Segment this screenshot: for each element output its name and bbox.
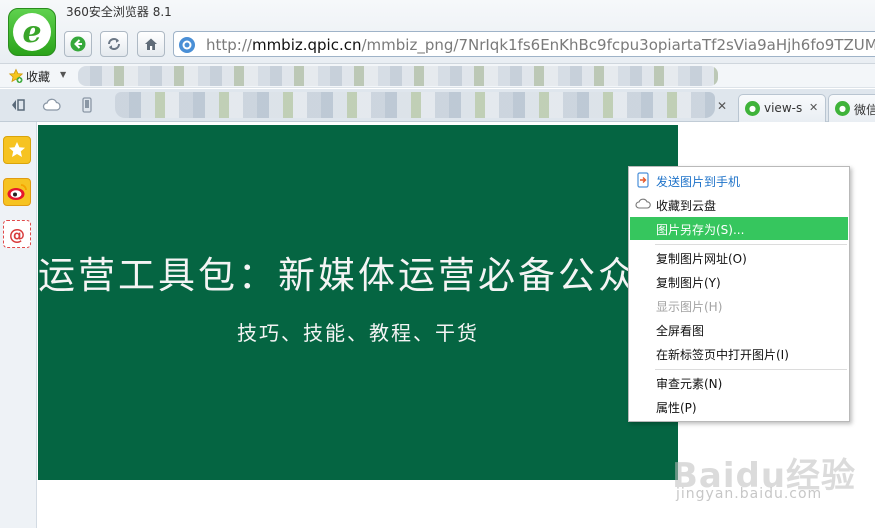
menu-item-label: 图片另存为(S)... (656, 223, 745, 237)
menu-item-copy-image-url[interactable]: 复制图片网址(O) (630, 246, 848, 269)
weibo-icon (7, 184, 27, 200)
cloud-icon[interactable] (42, 97, 62, 113)
star-icon (9, 142, 25, 157)
wechat-icon: ● (745, 101, 760, 116)
menu-separator (655, 244, 847, 245)
refresh-icon (108, 38, 120, 50)
sidebar-weibo-button[interactable] (3, 178, 31, 206)
menu-item-label: 审查元素(N) (656, 377, 723, 391)
chevron-down-icon[interactable]: ▼ (60, 70, 66, 79)
home-button[interactable] (137, 31, 165, 57)
tab-label: 微信 (854, 103, 875, 117)
menu-item-label: 复制图片网址(O) (656, 252, 747, 266)
browser-logo[interactable]: e (8, 8, 56, 56)
menu-item-label: 显示图片(H) (656, 300, 723, 314)
url-text[interactable]: http://mmbiz.qpic.cn/mmbiz_png/7NrIqk1fs… (206, 36, 875, 54)
menu-item-inspect-element[interactable]: 审查元素(N) (630, 371, 848, 394)
banner-subtitle: 技巧、技能、教程、干货 (237, 321, 479, 345)
send-to-phone-icon (637, 172, 649, 188)
close-icon[interactable]: ✕ (717, 99, 727, 113)
left-sidebar: @ (0, 122, 37, 528)
tab-bar: ✕ ● view-s ✕ ● 微信 (0, 89, 875, 122)
phone-icon[interactable] (82, 97, 92, 113)
tab-view-source[interactable]: ● view-s ✕ (738, 94, 826, 122)
menu-item-label: 发送图片到手机 (656, 175, 741, 189)
sidebar-toggle-icon[interactable] (10, 97, 26, 113)
menu-item-copy-image[interactable]: 复制图片(Y) (630, 270, 848, 293)
image-context-menu: 发送图片到手机 收藏到云盘 图片另存为(S)... 复制图片网址(O) 复制图片… (628, 166, 850, 422)
at-mail-icon: @ (9, 224, 25, 244)
home-icon (145, 38, 157, 50)
tab-label: view-s (764, 101, 803, 115)
tab-items-blurred (115, 92, 715, 118)
arrow-left-icon (70, 36, 86, 52)
menu-item-send-to-phone[interactable]: 发送图片到手机 (630, 169, 848, 192)
back-button[interactable] (64, 31, 92, 57)
tab-wechat[interactable]: ● 微信 (828, 94, 875, 122)
sidebar-favorites-button[interactable] (3, 136, 31, 164)
menu-item-label: 在新标签页中打开图片(I) (656, 348, 789, 362)
bookmarks-bar: 收藏 ▼ (0, 64, 875, 88)
refresh-button[interactable] (100, 31, 128, 57)
menu-item-label: 全屏看图 (656, 324, 705, 338)
bookmark-items-blurred (78, 66, 718, 86)
title-bar: e 360安全浏览器 8.1 http://mmbiz.qpic.cn/mmbi… (0, 0, 875, 64)
menu-item-save-to-cloud[interactable]: 收藏到云盘 (630, 193, 848, 216)
browser-logo-icon: e (13, 13, 51, 51)
favorites-menu[interactable]: 收藏 (26, 68, 50, 85)
window-title: 360安全浏览器 8.1 (66, 5, 172, 19)
article-banner-image[interactable]: 运营工具包：新媒体运营必备公众号 技巧、技能、教程、干货 (38, 125, 678, 480)
address-bar[interactable]: http://mmbiz.qpic.cn/mmbiz_png/7NrIqk1fs… (173, 31, 875, 57)
close-icon[interactable]: ✕ (809, 101, 818, 114)
menu-item-label: 复制图片(Y) (656, 276, 721, 290)
url-host: mmbiz.qpic.cn (251, 36, 362, 54)
wechat-icon: ● (835, 101, 850, 116)
sidebar-mail-button[interactable]: @ (3, 220, 31, 248)
banner-title: 运营工具包：新媒体运营必备公众号 (38, 254, 678, 297)
menu-item-open-in-new-tab[interactable]: 在新标签页中打开图片(I) (630, 342, 848, 365)
menu-item-fullscreen-view[interactable]: 全屏看图 (630, 318, 848, 341)
baidu-watermark-url: jingyan.baidu.com (676, 486, 823, 502)
favorites-star-icon (8, 68, 24, 83)
menu-item-label: 收藏到云盘 (656, 199, 717, 213)
menu-item-label: 属性(P) (656, 401, 697, 415)
menu-item-show-image: 显示图片(H) (630, 294, 848, 317)
menu-item-properties[interactable]: 属性(P) (630, 395, 848, 418)
menu-item-save-image-as[interactable]: 图片另存为(S)... (630, 217, 848, 240)
site-info-icon[interactable] (178, 36, 196, 54)
menu-separator (655, 369, 847, 370)
url-path: /mmbiz_png/7NrIqk1fs6EnKhBc9fcpu3opiarta… (361, 36, 875, 54)
url-scheme: http:// (206, 36, 252, 54)
cloud-icon (635, 198, 651, 209)
